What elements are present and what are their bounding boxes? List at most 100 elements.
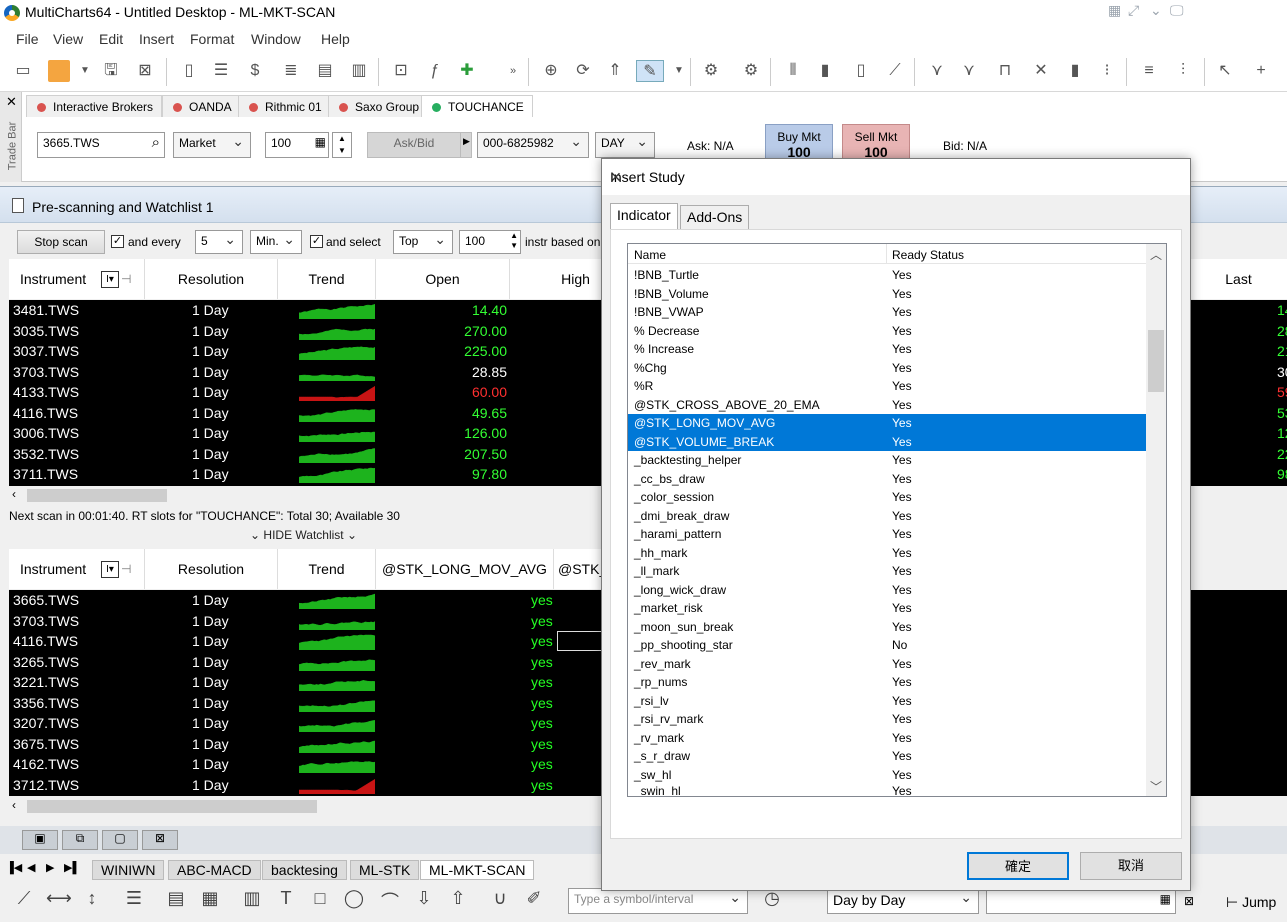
- grid-report-icon[interactable]: ▤: [314, 60, 336, 82]
- crosshair-icon[interactable]: +: [1250, 60, 1272, 82]
- watch-column-study[interactable]: @STK_LONG_MOV_AVG ▼: [376, 549, 554, 616]
- menu-view[interactable]: View: [53, 31, 83, 47]
- hide-watchlist-toggle[interactable]: ⌄ HIDE Watchlist ⌄: [250, 528, 357, 542]
- kagi-icon[interactable]: ⋎: [926, 60, 948, 82]
- more-icon[interactable]: »: [502, 60, 524, 82]
- column-last[interactable]: Last: [1190, 259, 1287, 299]
- list-item[interactable]: _s_r_draw Yes: [628, 747, 1146, 766]
- workspace-tab-ml-stk[interactable]: ML-STK: [350, 860, 420, 880]
- watch-column-trend[interactable]: Trend: [278, 549, 376, 589]
- puzzle-icon[interactable]: ✚: [456, 60, 478, 82]
- column-trend[interactable]: Trend: [278, 259, 376, 299]
- menu-format[interactable]: Format: [190, 31, 234, 47]
- list-item[interactable]: _cc_bs_draw Yes: [628, 470, 1146, 489]
- horizontal-scrollbar[interactable]: ‹: [9, 487, 609, 504]
- sort-icon[interactable]: I▾: [101, 271, 119, 288]
- workspace-tab-abc-macd[interactable]: ABC-MACD: [168, 860, 261, 880]
- calculator-icon[interactable]: ▦: [315, 135, 326, 149]
- pin-icon[interactable]: ⊣: [121, 549, 131, 589]
- list-item[interactable]: @STK_LONG_MOV_AVG Yes: [628, 414, 1146, 433]
- new-chart-icon[interactable]: ▭: [12, 60, 34, 82]
- close-icon[interactable]: ✕: [6, 94, 17, 110]
- save-icon[interactable]: 🖫: [100, 60, 122, 82]
- ok-button[interactable]: 確定: [967, 852, 1069, 880]
- list-item[interactable]: % Increase Yes: [628, 340, 1146, 359]
- broker-tab-rithmic[interactable]: Rithmic 01: [238, 95, 331, 117]
- list-item[interactable]: _dmi_break_draw Yes: [628, 507, 1146, 526]
- menu-insert[interactable]: Insert: [139, 31, 174, 47]
- tab-add-ons[interactable]: Add-Ons: [680, 205, 750, 229]
- watch-column-instrument[interactable]: Instrument I▾ ⊣: [9, 549, 145, 589]
- calculator-tool-icon[interactable]: ▥: [240, 888, 264, 912]
- calendar-icon[interactable]: ▦: [1160, 892, 1171, 906]
- candlestick-icon[interactable]: ▮: [814, 60, 836, 82]
- last-tab-icon[interactable]: ▶▌: [64, 861, 80, 874]
- list-item[interactable]: _rp_nums Yes: [628, 673, 1146, 692]
- eraser-icon[interactable]: ✐: [522, 888, 546, 912]
- formula-icon[interactable]: ƒ: [424, 60, 446, 82]
- format-window-icon[interactable]: ⚙: [740, 60, 762, 82]
- column-resolution[interactable]: Resolution: [145, 259, 278, 299]
- scrollbar-thumb[interactable]: [1148, 330, 1164, 392]
- grid-view-icon[interactable]: ▦: [1108, 2, 1121, 19]
- open-workspace-icon[interactable]: [48, 60, 70, 82]
- list-item[interactable]: _hh_mark Yes: [628, 544, 1146, 563]
- column-name[interactable]: Name: [634, 248, 666, 262]
- scrollbar-thumb[interactable]: [27, 800, 317, 813]
- broker-tab-interactive-brokers[interactable]: Interactive Brokers: [26, 95, 163, 117]
- count-stepper[interactable]: ▲ ▼: [510, 231, 518, 251]
- text-tool-icon[interactable]: T: [274, 888, 298, 912]
- symbol-input[interactable]: 3665.TWS ⌕: [37, 132, 165, 158]
- column-open[interactable]: Open: [376, 259, 510, 299]
- list-item[interactable]: _ll_mark Yes: [628, 562, 1146, 581]
- arrow-up-tool-icon[interactable]: ⇧: [446, 888, 470, 912]
- menu-file[interactable]: File: [16, 31, 39, 47]
- insert-study-icon[interactable]: ⊕: [540, 60, 562, 82]
- broker-tab-saxo[interactable]: Saxo Group: [328, 95, 429, 117]
- sell-market-button[interactable]: Sell Mkt 100: [842, 124, 910, 162]
- line-tool-icon[interactable]: ⟋: [12, 888, 36, 912]
- scrollbar-thumb[interactable]: [27, 489, 167, 502]
- list-item[interactable]: _long_wick_draw Yes: [628, 581, 1146, 600]
- first-tab-icon[interactable]: ▐◀: [6, 861, 22, 874]
- list-item[interactable]: %Chg Yes: [628, 359, 1146, 378]
- list-item[interactable]: _moon_sun_break Yes: [628, 618, 1146, 637]
- broker-tab-touchance[interactable]: TOUCHANCE: [421, 95, 533, 117]
- chevron-down-icon[interactable]: ▼: [74, 60, 96, 82]
- broker-tab-oanda[interactable]: OANDA: [162, 95, 241, 117]
- scroll-down-icon[interactable]: ﹀: [1150, 778, 1162, 795]
- list-item[interactable]: !BNB_Turtle Yes: [628, 266, 1146, 285]
- scroll-left-icon[interactable]: ‹: [12, 798, 16, 812]
- scroll-left-icon[interactable]: ‹: [12, 487, 16, 501]
- list-item[interactable]: _backtesting_helper Yes: [628, 451, 1146, 470]
- cascade-windows-icon[interactable]: ⧉: [62, 830, 98, 850]
- hollow-candle-icon[interactable]: ▯: [850, 60, 872, 82]
- interval-select[interactable]: 5: [195, 230, 243, 254]
- fib-icon[interactable]: ▤: [164, 888, 188, 912]
- list-item[interactable]: _rsi_rv_mark Yes: [628, 710, 1146, 729]
- list-item[interactable]: _pp_shooting_star No: [628, 636, 1146, 655]
- list-item[interactable]: !BNB_VWAP Yes: [628, 303, 1146, 322]
- close-icon[interactable]: ✕: [610, 169, 1180, 186]
- ellipse-tool-icon[interactable]: ◯: [342, 888, 366, 912]
- list-item[interactable]: % Decrease Yes: [628, 322, 1146, 341]
- magnet-icon[interactable]: ∪: [488, 888, 512, 912]
- list-item[interactable]: _rv_mark Yes: [628, 729, 1146, 748]
- chart-window-icon[interactable]: ⊡: [390, 60, 412, 82]
- scroll-up-icon[interactable]: ︿: [1150, 246, 1162, 263]
- list-item[interactable]: _rsi_lv Yes: [628, 692, 1146, 711]
- ask-bid-button[interactable]: Ask/Bid: [367, 132, 461, 158]
- close-all-icon[interactable]: ⊠: [142, 830, 178, 850]
- list-item[interactable]: _color_session Yes: [628, 488, 1146, 507]
- column-ready-status[interactable]: Ready Status: [892, 248, 964, 262]
- prev-tab-icon[interactable]: ◀: [27, 861, 35, 874]
- account-select[interactable]: 000-6825982: [477, 132, 589, 158]
- and-select-checkbox[interactable]: ✓: [310, 235, 323, 248]
- quantity-stepper[interactable]: ▲ ▼: [332, 132, 352, 158]
- watch-column-resolution[interactable]: Resolution: [145, 549, 278, 589]
- quantity-input[interactable]: 100 ▦: [265, 132, 329, 158]
- sort-icon[interactable]: I▾: [101, 561, 119, 578]
- cursor-icon[interactable]: ↖: [1214, 60, 1236, 82]
- vertical-scrollbar[interactable]: ︿ ﹀: [1146, 244, 1166, 796]
- point-figure-icon[interactable]: ✕: [1030, 60, 1052, 82]
